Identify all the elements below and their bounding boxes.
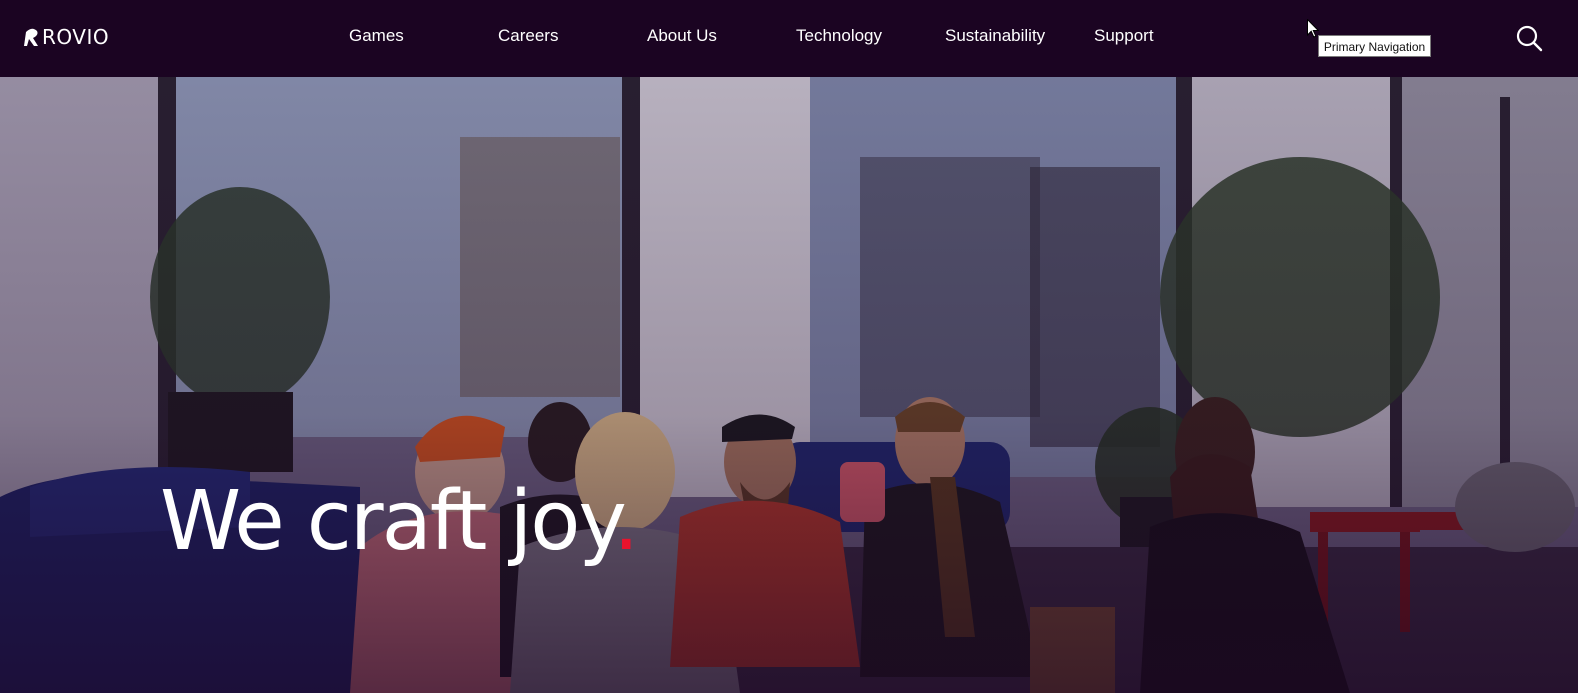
search-button[interactable] — [1515, 24, 1543, 52]
primary-navigation-tooltip: Primary Navigation — [1318, 35, 1431, 57]
hero-overlay — [0, 77, 1578, 693]
mouse-cursor-icon — [1307, 19, 1319, 38]
nav-games[interactable]: Games — [349, 26, 404, 46]
nav-sustainability[interactable]: Sustainability — [945, 26, 1045, 46]
nav-technology[interactable]: Technology — [796, 26, 882, 46]
rovio-logo[interactable]: ROVIO — [24, 24, 109, 50]
logo-text: ROVIO — [42, 25, 110, 49]
rovio-logo-mark-icon — [24, 28, 38, 46]
nav-careers[interactable]: Careers — [498, 26, 558, 46]
hero-headline: We craft joy. — [160, 481, 639, 563]
hero-headline-text: We craft joy — [160, 474, 615, 569]
nav-about-us[interactable]: About Us — [647, 26, 717, 46]
search-icon — [1516, 25, 1543, 52]
hero-section: We craft joy. — [0, 77, 1578, 693]
nav-support[interactable]: Support — [1094, 26, 1154, 46]
page: ROVIO Games Careers About Us Technology … — [0, 0, 1578, 693]
hero-headline-dot: . — [613, 474, 639, 569]
